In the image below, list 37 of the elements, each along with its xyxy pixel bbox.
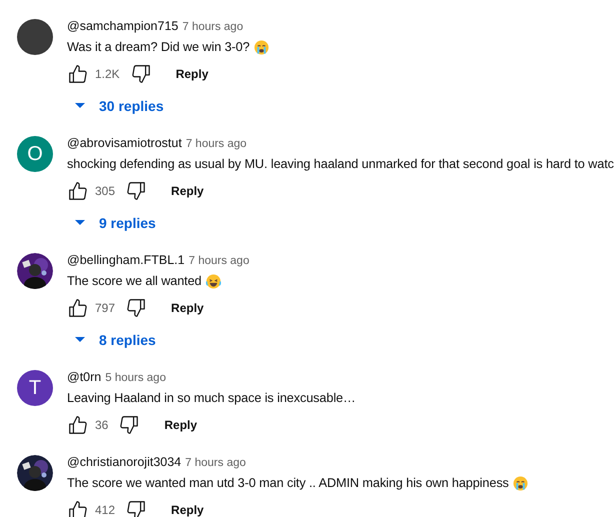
caret-icon	[75, 103, 85, 109]
author-name[interactable]: @christianorojit3034	[67, 455, 182, 469]
author-name[interactable]: @t0rn	[67, 370, 102, 384]
caret-icon	[75, 220, 85, 226]
author-name[interactable]: @bellingham.FTBL.1	[67, 253, 185, 267]
replies-toggle[interactable]: 9 replies	[67, 208, 164, 238]
like-count: 412	[95, 503, 116, 517]
timestamp[interactable]: 7 hours ago	[185, 457, 246, 469]
reply-button[interactable]: Reply	[159, 497, 216, 517]
like-count: 36	[95, 418, 108, 432]
replies-toggle[interactable]: 30 replies	[67, 91, 172, 121]
author-name[interactable]: @abrovisamiotrostut	[67, 136, 182, 150]
comment-text: Was it a dream? Did we win 3-0?	[67, 40, 250, 54]
comment-text: Leaving Haaland in so much space is inexcusable…	[67, 391, 356, 405]
like-count: 1.2K	[95, 67, 120, 81]
reply-button[interactable]: Reply	[164, 61, 220, 87]
timestamp[interactable]: 7 hours ago	[182, 21, 244, 33]
timestamp[interactable]: 7 hours ago	[186, 138, 247, 150]
avatar[interactable]: T	[17, 370, 53, 406]
author-name[interactable]: @samchampion715	[67, 19, 178, 33]
avatar[interactable]: O	[17, 136, 53, 172]
comment-text: The score we all wanted	[67, 274, 202, 288]
reply-button[interactable]: Reply	[159, 295, 216, 321]
caret-icon	[75, 337, 85, 343]
avatar[interactable]	[17, 19, 53, 55]
timestamp[interactable]: 5 hours ago	[105, 372, 166, 384]
like-count: 797	[95, 301, 116, 315]
crying-face-icon	[512, 476, 528, 490]
crying-face-icon	[254, 40, 269, 54]
comment-text: The score we wanted man utd 3-0 man city .. ADMIN making his own happiness	[67, 476, 509, 490]
reply-button[interactable]: Reply	[159, 178, 216, 204]
like-count: 305	[95, 184, 116, 198]
laughing-face-icon	[206, 274, 221, 288]
replies-toggle[interactable]: 8 replies	[67, 325, 164, 355]
reply-button[interactable]: Reply	[152, 412, 210, 438]
timestamp[interactable]: 7 hours ago	[188, 255, 250, 267]
comment-text: shocking defending as usual by MU. leaving haaland unmarked for that second goal is hard to watc	[67, 157, 614, 171]
